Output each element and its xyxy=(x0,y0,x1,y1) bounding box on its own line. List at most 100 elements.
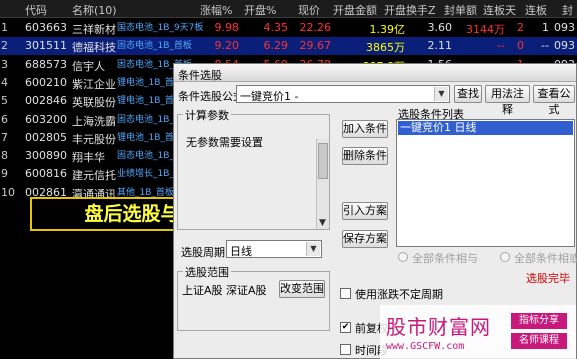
row-concept-tag: 固态电池_1B_首板 xyxy=(117,41,192,52)
row-index: 9 xyxy=(1,167,8,181)
row-name: 翔丰华 xyxy=(72,151,105,165)
row-index: 4 xyxy=(1,75,8,89)
row-open-amount: 3865万 xyxy=(366,41,405,55)
row-code: 002846 xyxy=(25,94,67,108)
view-formula-button[interactable]: 查看公式 xyxy=(533,85,575,116)
header-time[interactable]: 封 xyxy=(562,2,573,18)
params-scroll-thumb[interactable] xyxy=(318,143,328,179)
find-button[interactable]: 查找 xyxy=(454,85,482,103)
params-group-title: 计算参数 xyxy=(183,107,231,123)
row-index: 5 xyxy=(1,94,8,108)
chevron-down-icon: ▼ xyxy=(434,87,448,101)
header-pct[interactable]: 涨幅% xyxy=(200,2,232,18)
row-seal: -- xyxy=(497,39,505,53)
row-index: 6 xyxy=(1,112,8,126)
save-scheme-button[interactable]: 保存方案 xyxy=(342,230,388,248)
watermark-brand: 股市财富网 xyxy=(386,315,491,339)
delete-condition-button[interactable]: 删除条件 xyxy=(342,147,388,165)
header-board[interactable]: 连板 xyxy=(525,2,547,18)
list-item[interactable]: 一键竞价1 日线 xyxy=(398,121,573,135)
row-turnover: 3.60 xyxy=(427,21,453,34)
row-open-pct: 4.35 xyxy=(263,21,289,34)
row-code: 603663 xyxy=(25,21,67,34)
range-group-title: 选股范围 xyxy=(183,264,231,280)
params-text: 无参数需要设置 xyxy=(186,136,263,149)
row-time: 093 xyxy=(554,21,575,34)
row-turnover: 2.11 xyxy=(427,39,453,53)
header-open-amount[interactable]: 开盘金额 xyxy=(333,2,377,18)
row-concept-tag: 国态电池_1B_9天7板 xyxy=(117,23,204,33)
watermark-url: www.GSCFW.com xyxy=(386,341,465,352)
row-name: 紫江企业 xyxy=(72,77,116,91)
adj-period-label: 使用涨跌不定周期 xyxy=(355,288,443,301)
condition-list[interactable]: 一键竞价1 日线 xyxy=(396,119,575,247)
radio-and[interactable] xyxy=(398,252,408,262)
header-open-turnover[interactable]: 开盘换手Z xyxy=(384,2,436,18)
dialog-title: 条件选股 xyxy=(178,69,222,82)
row-name: 信宇人 xyxy=(72,59,105,73)
prev-adjust-checkbox[interactable]: ✔ xyxy=(340,322,351,333)
header-name[interactable]: 名称(10) xyxy=(72,2,117,18)
header-seal-amount[interactable]: 封单额 xyxy=(444,2,477,18)
row-name: 德福科技 xyxy=(72,41,116,55)
watermark-tag-share: 指标分享 xyxy=(511,313,567,329)
add-condition-button[interactable]: 加入条件 xyxy=(342,120,388,138)
table-row[interactable]: 1 603663 三祥新材 国态电池_1B_9天7板 9.98 4.35 22.26 1.39… xyxy=(0,19,577,37)
usage-notes-button[interactable]: 用法注释 xyxy=(485,85,530,116)
table-row[interactable]: 2 301511 德福科技 固态电池_1B_首板 9.20 6.29 29.67 3865万 2… xyxy=(0,37,577,56)
row-code: 300890 xyxy=(25,149,67,163)
range-group: 选股范围 上证A股 深证A股 改变范围 xyxy=(177,264,330,331)
time-range-checkbox[interactable] xyxy=(340,344,351,355)
params-scrollbar[interactable]: ▼ xyxy=(316,139,329,229)
row-index: 2 xyxy=(1,39,8,53)
row-open-amount: 1.39亿 xyxy=(369,23,406,36)
watermark: 股市财富网 www.GSCFW.com 指标分享 名师课程 xyxy=(380,305,576,359)
watermark-tag-course: 名师课程 xyxy=(511,333,567,349)
row-name: 上海洗霸 xyxy=(72,114,116,128)
params-group: 计算参数 无参数需要设置 ▼ xyxy=(177,107,330,230)
row-index: 8 xyxy=(1,149,8,163)
chevron-down-icon[interactable]: ▼ xyxy=(319,218,326,228)
row-code: 688573 xyxy=(25,57,67,71)
row-name: 建元信托 xyxy=(72,169,116,183)
radio-or-label: 全部条件相或 xyxy=(514,252,577,265)
row-price: 29.67 xyxy=(299,39,332,53)
adj-period-checkbox[interactable] xyxy=(340,288,351,299)
row-seal: 3144万 xyxy=(466,23,505,36)
header-code[interactable]: 代码 xyxy=(25,2,47,18)
row-name: 三祥新材 xyxy=(72,23,116,36)
row-price: 22.26 xyxy=(299,21,332,34)
period-select[interactable]: 日线 ▼ xyxy=(226,240,322,258)
row-code: 600210 xyxy=(25,75,67,89)
header-price[interactable]: 现价 xyxy=(298,2,320,18)
import-scheme-button[interactable]: 引入方案 xyxy=(342,202,388,220)
formula-label: 条件选股公式 xyxy=(178,90,244,103)
row-concept-tag: 其他_1B_首板 xyxy=(117,187,174,198)
row-code: 603200 xyxy=(25,112,67,126)
radio-or[interactable] xyxy=(500,252,510,262)
dialog-title-bar[interactable]: 条件选股 xyxy=(174,64,576,82)
row-streak-days: 2 xyxy=(517,21,524,34)
range-text: 上证A股 深证A股 xyxy=(182,284,267,297)
formula-select[interactable]: 一键竞价1 - ▼ xyxy=(236,85,450,103)
row-streak-days: 0 xyxy=(517,39,524,53)
period-label: 选股周期: xyxy=(181,246,229,259)
row-index: 3 xyxy=(1,57,8,71)
row-time: 093 xyxy=(554,39,575,53)
formula-value: 一键竞价1 - xyxy=(240,90,299,103)
row-code: 600816 xyxy=(25,167,67,181)
radio-and-label: 全部条件相与 xyxy=(412,252,478,265)
row-index: 7 xyxy=(1,130,8,144)
change-range-button[interactable]: 改变范围 xyxy=(279,280,325,298)
row-index: 1 xyxy=(1,21,8,34)
row-name: 丰元股份 xyxy=(72,132,116,146)
row-pct: 9.98 xyxy=(214,21,240,34)
header-open-pct[interactable]: 开盘% xyxy=(244,2,276,18)
row-open-pct: 6.29 xyxy=(263,39,289,53)
header-streak-days[interactable]: 连板天 xyxy=(483,2,516,18)
row-board: -- xyxy=(541,39,549,53)
row-name: 英联股份 xyxy=(72,96,116,110)
row-code: 301511 xyxy=(25,39,67,53)
table-header: 代码 名称(10) 涨幅% 开盘% 现价 开盘金额 开盘换手Z 封单额 连板天 … xyxy=(0,0,577,18)
period-value: 日线 xyxy=(230,245,252,258)
